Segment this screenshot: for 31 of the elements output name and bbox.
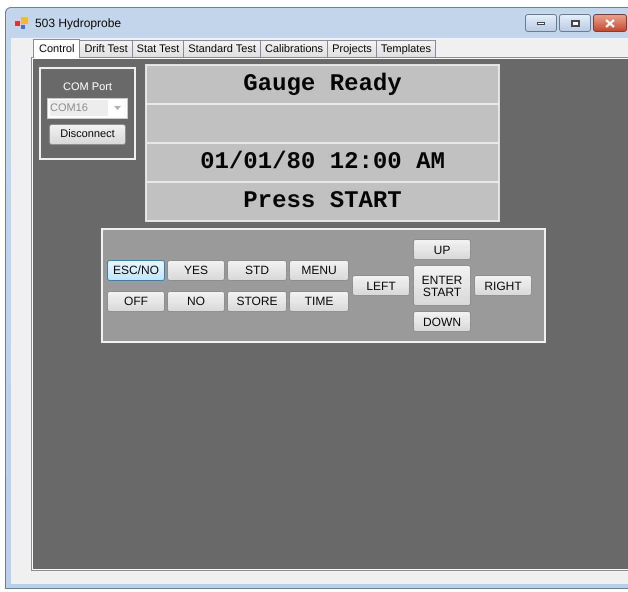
minimize-button[interactable] [525, 14, 557, 32]
keypad-button[interactable]: MENU [289, 260, 349, 280]
keypad-button[interactable]: TIME [289, 290, 349, 312]
keypad-button[interactable]: LEFT [352, 275, 410, 296]
close-button[interactable] [593, 14, 627, 32]
maximize-button[interactable] [559, 14, 591, 32]
keypad-button[interactable]: DOWN [413, 311, 471, 332]
window-title: 503 Hydroprobe [35, 15, 122, 32]
tab[interactable]: Standard Test [184, 40, 261, 57]
keypad-button[interactable]: YES [167, 260, 225, 280]
tab[interactable]: Control [33, 39, 80, 58]
keypad-button[interactable]: ESC/NO [107, 260, 165, 280]
keypad-button[interactable]: STORE [227, 290, 287, 312]
tab[interactable]: Calibrations [260, 40, 328, 57]
keypad-button[interactable]: OFF [107, 290, 165, 312]
display-line: 01/01/80 12:00 AM [200, 148, 445, 178]
tab[interactable]: Stat Test [132, 40, 184, 57]
close-icon [605, 18, 615, 28]
keypad-button[interactable]: ENTER START [413, 265, 471, 306]
keypad-button[interactable]: NO [167, 290, 225, 312]
dropdown-arrow-icon [114, 106, 121, 110]
keypad-button[interactable]: STD [227, 260, 287, 280]
keypad-button[interactable]: UP [413, 239, 471, 260]
tab[interactable]: Templates [376, 40, 436, 57]
tab[interactable]: Drift Test [80, 40, 133, 57]
tab[interactable]: Projects [328, 40, 377, 57]
display-line: Press START [243, 186, 402, 216]
app-icon [15, 16, 29, 30]
com-port-label: COM Port [63, 80, 112, 95]
keypad-button[interactable]: RIGHT [474, 275, 532, 296]
display-line: Gauge Ready [243, 70, 402, 100]
